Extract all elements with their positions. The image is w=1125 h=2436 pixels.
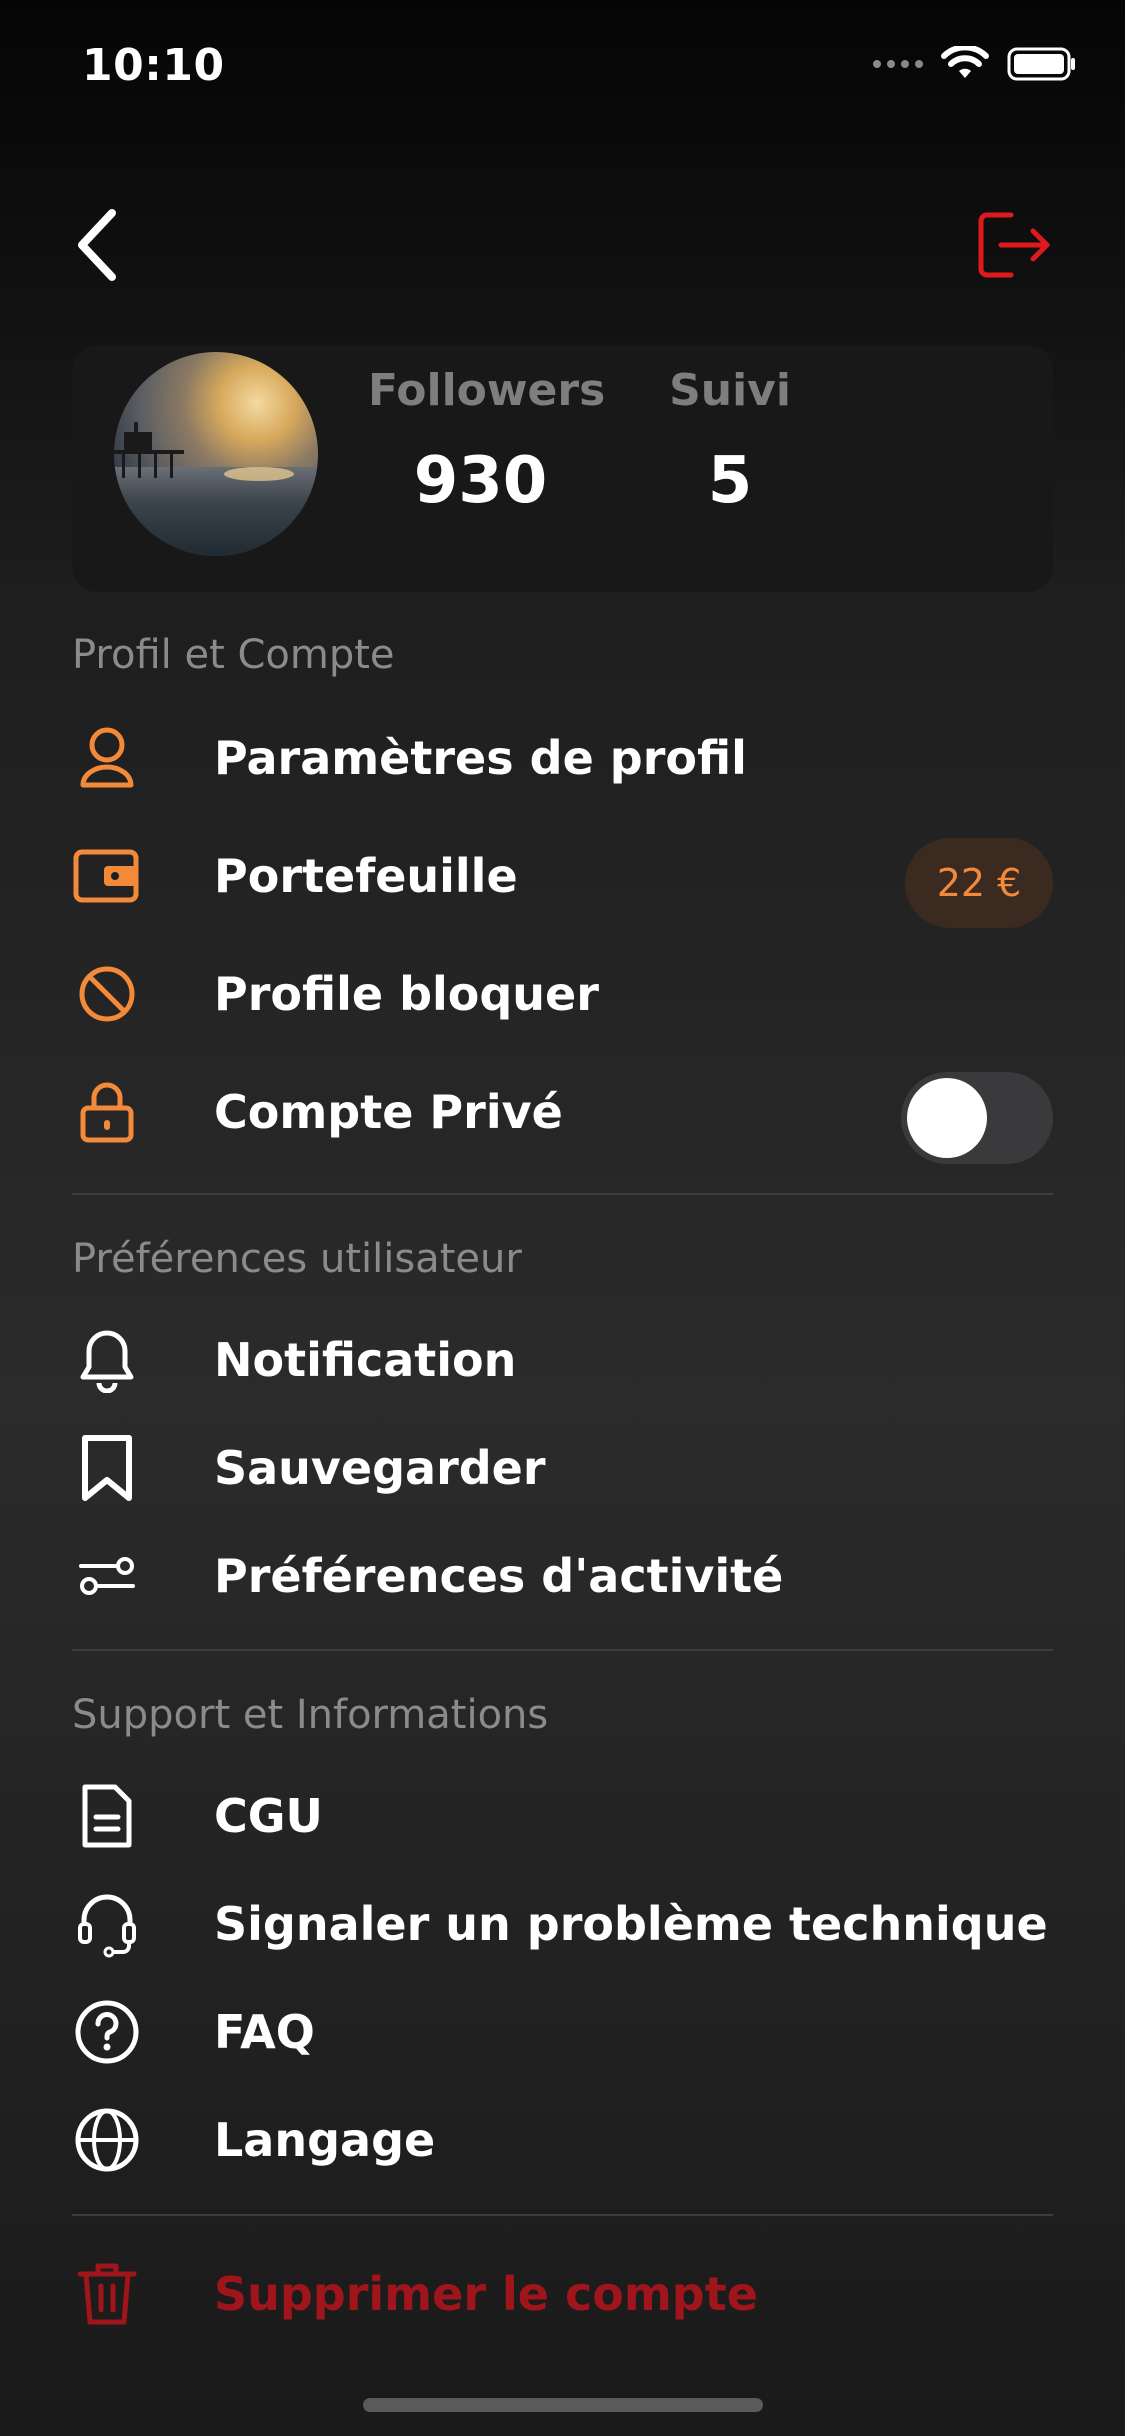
menu-item-label: Notification [214, 1333, 517, 1387]
section-title-preferences: Préférences utilisateur [72, 1236, 522, 1282]
pier-silhouette [114, 422, 184, 478]
menu-item-label: Profile bloquer [214, 967, 599, 1021]
menu-item-label: Signaler un problème technique [214, 1897, 1048, 1951]
globe-icon [72, 2105, 142, 2175]
section-title-support: Support et Informations [72, 1692, 549, 1738]
menu-item-terms[interactable]: CGU [72, 1766, 1053, 1866]
home-indicator[interactable] [363, 2398, 763, 2412]
wifi-icon [941, 46, 989, 78]
menu-item-wallet[interactable]: Portefeuille 22 € [72, 826, 1053, 928]
followers-stat[interactable]: Followers 930 [368, 365, 606, 518]
menu-item-profile-settings[interactable]: Paramètres de profil [72, 708, 1053, 808]
menu-item-label: Sauvegarder [214, 1441, 546, 1495]
followers-label: Followers [368, 365, 606, 416]
menu-item-report-issue[interactable]: Signaler un problème technique [72, 1874, 1053, 1974]
headset-icon [72, 1889, 142, 1959]
lock-icon [72, 1077, 142, 1147]
following-label: Suivi [669, 365, 791, 416]
menu-item-label: Langage [214, 2113, 436, 2167]
private-account-toggle[interactable] [901, 1072, 1053, 1164]
logout-button[interactable] [969, 205, 1055, 285]
avatar[interactable] [114, 352, 318, 556]
divider [72, 1649, 1053, 1651]
menu-item-label: Paramètres de profil [214, 731, 747, 785]
bookmark-icon [72, 1433, 142, 1503]
trash-icon [72, 2259, 142, 2329]
menu-item-private-account: Compte Privé [72, 1062, 1053, 1164]
menu-item-faq[interactable]: FAQ [72, 1982, 1053, 2082]
sliders-icon [72, 1541, 142, 1611]
menu-item-activity-preferences[interactable]: Préférences d'activité [72, 1526, 1053, 1626]
section-title-account: Profil et Compte [72, 632, 395, 678]
logout-icon [978, 212, 1050, 278]
wallet-icon [72, 841, 142, 911]
delete-account-button[interactable]: Supprimer le compte [72, 2244, 1053, 2344]
menu-item-label: Préférences d'activité [214, 1549, 784, 1603]
toggle-knob [907, 1078, 987, 1158]
divider [72, 2214, 1053, 2216]
profile-card: Followers 930 Suivi 5 [72, 345, 1053, 592]
menu-item-notification[interactable]: Notification [72, 1310, 1053, 1410]
wallet-balance-badge: 22 € [905, 838, 1053, 928]
battery-icon [1007, 47, 1075, 81]
user-icon [72, 723, 142, 793]
delete-account-label: Supprimer le compte [214, 2267, 758, 2321]
bell-icon [72, 1325, 142, 1395]
menu-item-blocked-profiles[interactable]: Profile bloquer [72, 944, 1053, 1044]
menu-item-saved[interactable]: Sauvegarder [72, 1418, 1053, 1518]
help-icon [72, 1997, 142, 2067]
menu-item-label: Compte Privé [214, 1085, 563, 1139]
following-stat[interactable]: Suivi 5 [660, 365, 800, 518]
menu-item-label: CGU [214, 1789, 323, 1843]
following-count: 5 [707, 444, 753, 518]
signal-icon [873, 60, 923, 68]
chevron-left-icon [78, 209, 116, 281]
status-icons [873, 46, 1077, 82]
block-icon [72, 959, 142, 1029]
back-button[interactable] [72, 200, 152, 290]
followers-count: 930 [413, 444, 548, 518]
divider [72, 1193, 1053, 1195]
menu-item-label: Portefeuille [214, 849, 518, 903]
status-time: 10:10 [82, 40, 225, 91]
menu-item-label: FAQ [214, 2005, 315, 2059]
document-icon [72, 1781, 142, 1851]
menu-item-language[interactable]: Langage [72, 2090, 1053, 2190]
